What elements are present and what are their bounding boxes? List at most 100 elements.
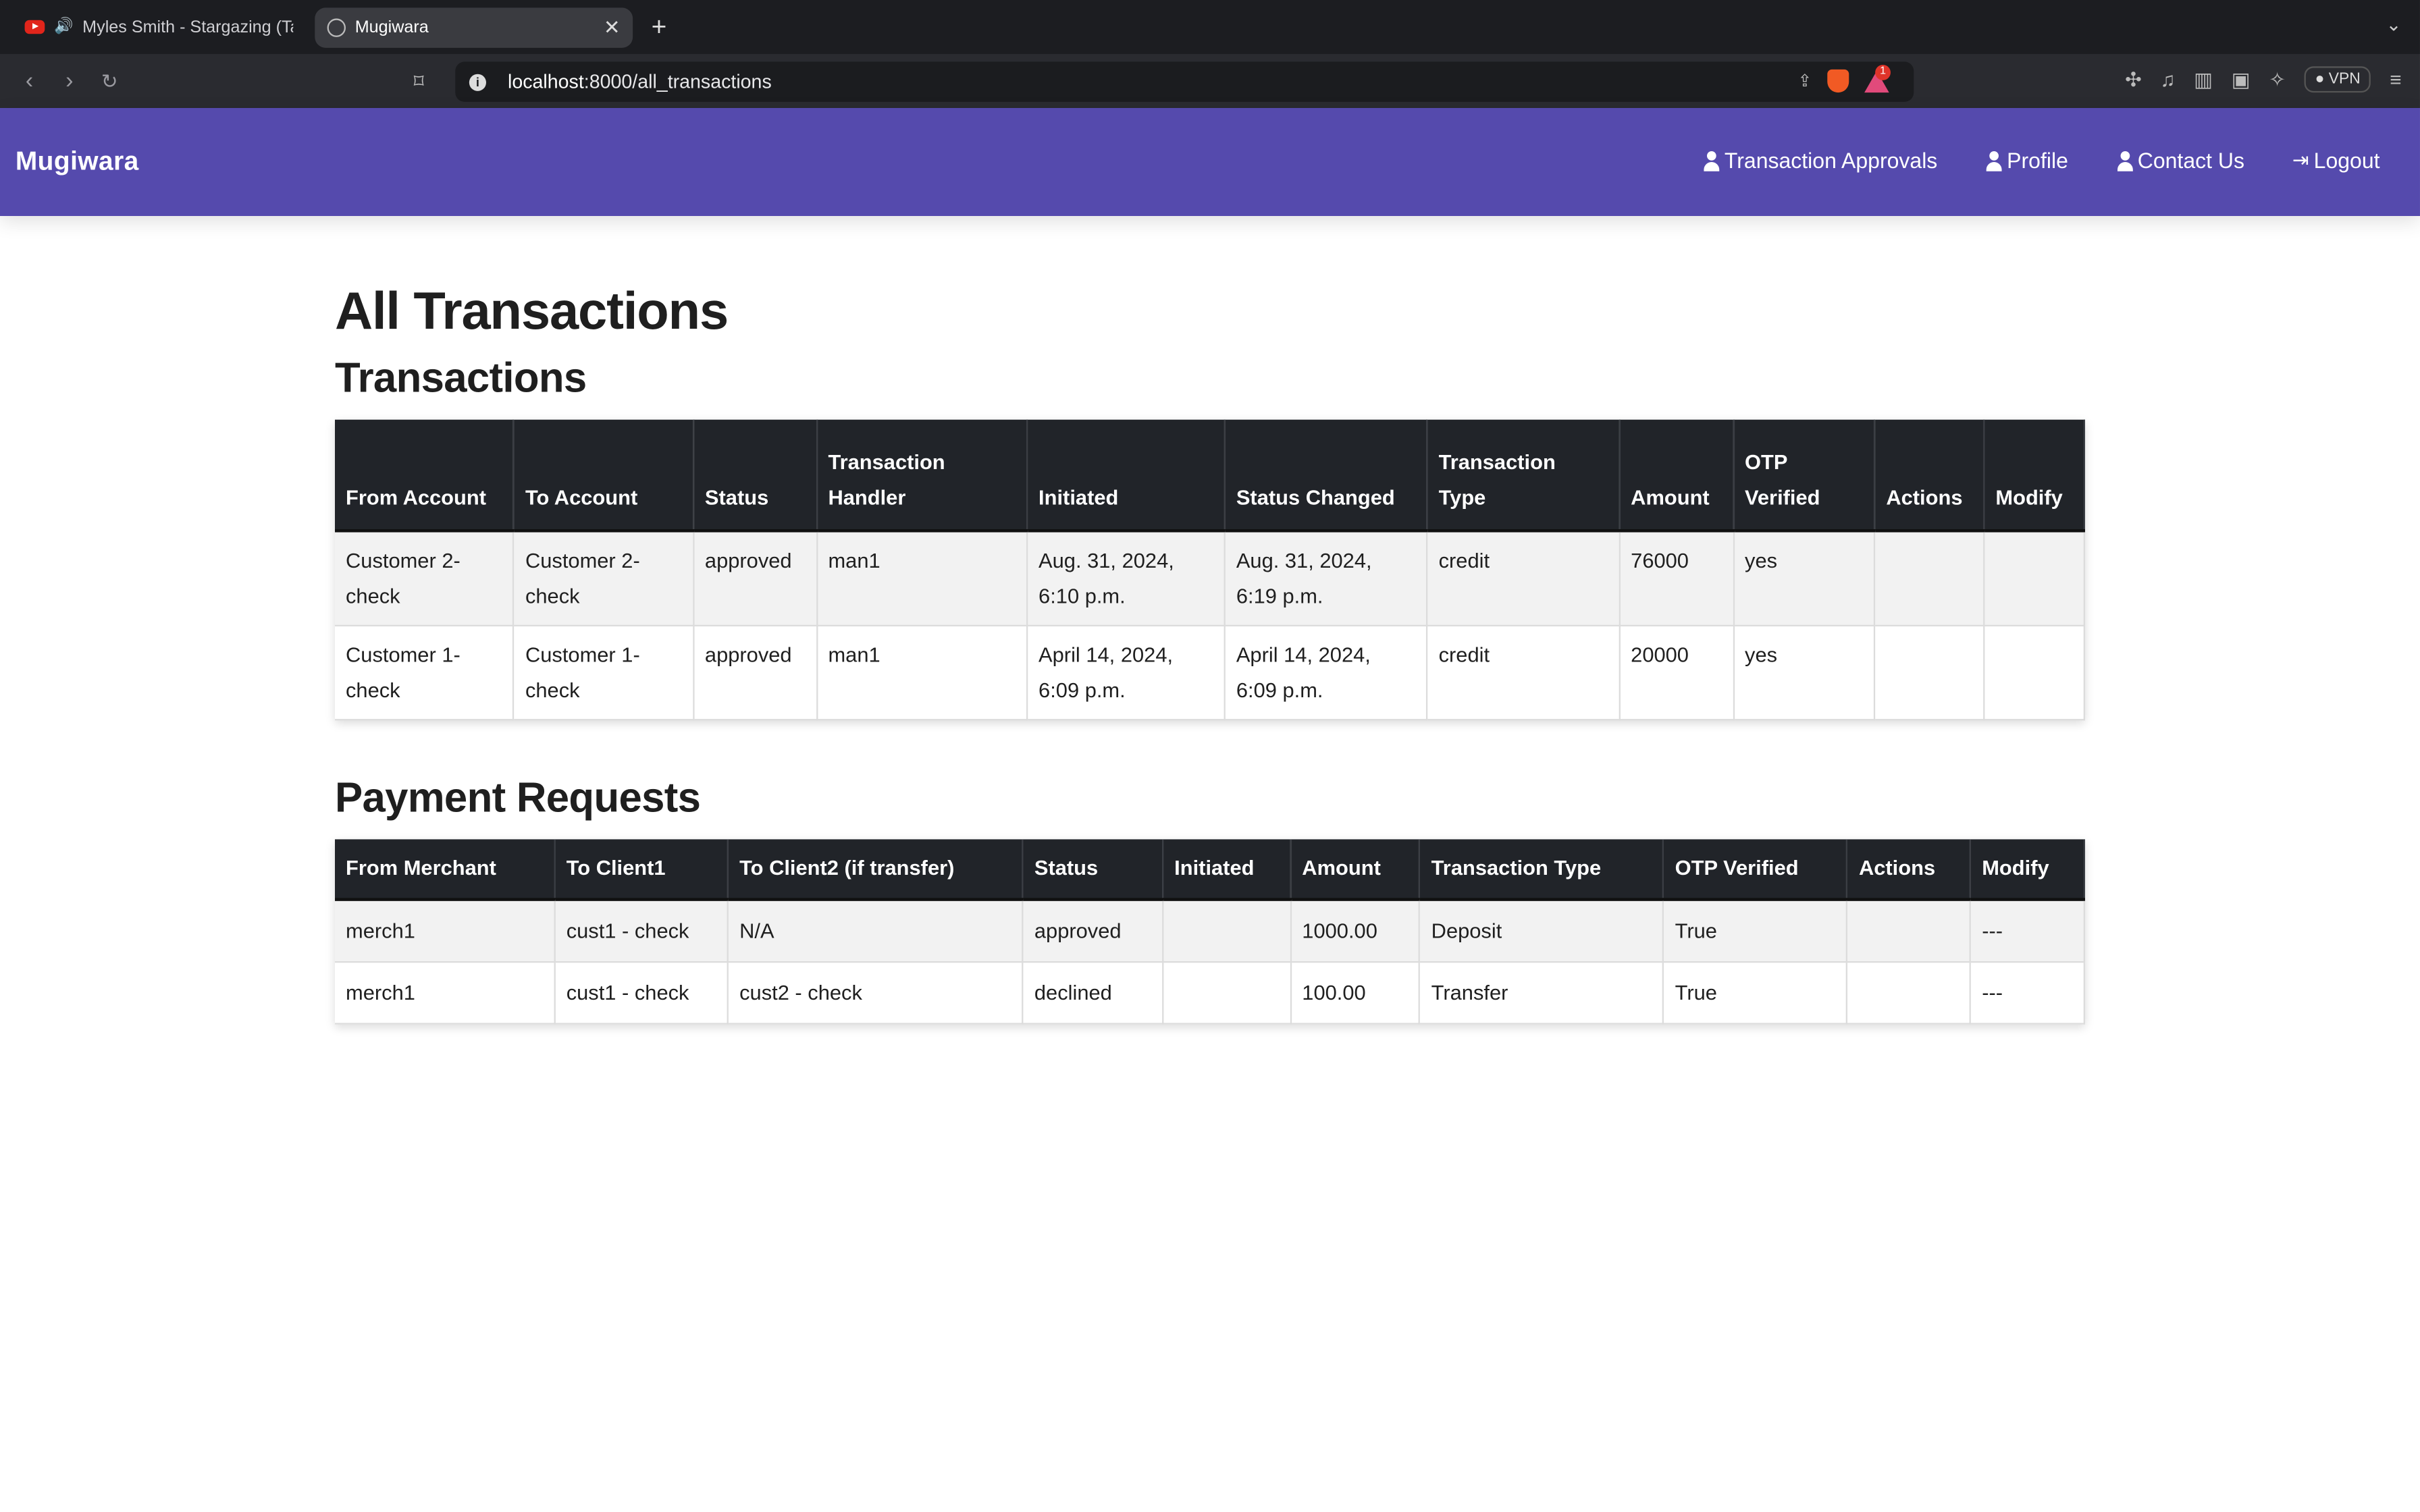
url-host: localhost [507,71,584,93]
music-icon[interactable]: ♫ [2160,68,2175,91]
cell-transaction-type: Deposit [1419,899,1664,963]
sidebar-icon[interactable]: ▥ [2194,67,2213,92]
vpn-button[interactable]: ● VPN [2304,66,2371,93]
col-from-merchant: From Merchant [334,839,556,901]
cell-handler: man1 [816,531,1028,626]
brave-shield-icon[interactable] [1827,69,1849,93]
vpn-label: VPN [2328,71,2361,88]
nav-transaction-approvals[interactable]: Transaction Approvals [1703,148,1937,173]
cell-status: declined [1022,962,1164,1025]
payment-requests-table: From Merchant To Client1 To Client2 (if … [334,839,2085,1025]
col-otp-verified: OTP Verified [1733,419,1876,533]
col-transaction-type: Transaction Type [1419,839,1664,901]
cell-to-account: Customer 1-check [513,625,694,721]
col-from-account: From Account [334,419,515,533]
col-modify: Modify [1970,839,2085,901]
nav-links: Transaction Approvals Profile Contact Us… [1703,148,2380,173]
close-tab-icon[interactable]: ✕ [604,15,621,40]
col-transaction-handler: Transaction Handler [816,419,1028,533]
cell-modify: --- [1970,899,2085,963]
url-path: :8000/all_transactions [583,71,772,93]
page-title: All Transactions [334,282,729,342]
col-to-client2: To Client2 (if transfer) [727,839,1024,901]
cell-amount: 100.00 [1290,962,1421,1025]
menu-icon[interactable]: ≡ [2390,68,2401,91]
new-tab-button[interactable]: + [652,11,667,43]
cell-otp-verified: yes [1733,625,1876,721]
col-amount: Amount [1619,419,1735,533]
address-bar[interactable]: i localhost:8000/all_transactions ⇪ 1 [455,61,1914,102]
cell-status: approved [693,531,818,626]
share-icon[interactable]: ⇪ [1797,71,1812,90]
nav-label: Profile [2007,148,2068,173]
speaker-icon[interactable]: 🔊 [54,18,73,35]
cell-actions [1874,531,1985,626]
nav-logout[interactable]: ⇥ Logout [2292,148,2380,173]
cell-to-account: Customer 2-check [513,531,694,626]
table-row: Customer 1-check Customer 1-check approv… [334,625,2085,721]
reload-button[interactable]: ↻ [90,69,130,94]
wallet-icon[interactable]: ▣ [2232,67,2251,92]
table-row: merch1 cust1 - check N/A approved 1000.0… [334,899,2085,963]
cell-actions [1847,962,1972,1025]
back-button[interactable]: ‹ [9,68,49,94]
table-header-row: From Merchant To Client1 To Client2 (if … [334,839,2085,901]
cell-transaction-type: credit [1427,625,1621,721]
cell-from-account: Customer 1-check [334,625,515,721]
cell-initiated: Aug. 31, 2024, 6:10 p.m. [1026,531,1226,626]
url-text[interactable]: localhost:8000/all_transactions [508,71,772,92]
nav-profile[interactable]: Profile [1985,148,2068,173]
cell-status: approved [1022,899,1164,963]
forward-button[interactable]: › [49,68,89,94]
nav-label: Contact Us [2137,148,2245,173]
user-icon [1703,150,1720,171]
youtube-icon [24,20,45,34]
bookmark-icon[interactable]: ⌑ [414,70,424,94]
cell-actions [1847,899,1972,963]
cell-from-account: Customer 2-check [334,531,515,626]
transactions-table: From Account To Account Status Transacti… [334,419,2085,721]
site-info-icon[interactable]: i [469,73,486,90]
cell-status-changed: Aug. 31, 2024, 6:19 p.m. [1224,531,1428,626]
cell-initiated [1163,962,1292,1025]
cell-from-merchant: merch1 [334,962,556,1025]
cell-amount: 20000 [1619,625,1735,721]
browser-tab-youtube[interactable]: 🔊 Myles Smith - Stargazing (Tak [12,7,305,47]
nav-contact-us[interactable]: Contact Us [2116,148,2244,173]
col-actions: Actions [1847,839,1972,901]
nav-label: Transaction Approvals [1724,148,1938,173]
leo-ai-icon[interactable]: ✧ [2269,67,2286,92]
col-to-client1: To Client1 [554,839,729,901]
col-transaction-type: Transaction Type [1427,419,1621,533]
col-actions: Actions [1874,419,1985,533]
table-row: Customer 2-check Customer 2-check approv… [334,531,2085,626]
cell-handler: man1 [816,625,1028,721]
cell-amount: 1000.00 [1290,899,1421,963]
cell-transaction-type: credit [1427,531,1621,626]
brave-rewards-icon[interactable]: 1 [1864,63,1891,92]
col-modify: Modify [1984,419,2085,533]
globe-icon [327,18,346,36]
notification-badge: 1 [1875,63,1891,80]
col-status: Status [1022,839,1164,901]
browser-tab-mugiwara[interactable]: Mugiwara ✕ [315,7,633,47]
cell-modify: --- [1970,962,2085,1025]
col-status-changed: Status Changed [1224,419,1428,533]
cell-status-changed: April 14, 2024, 6:09 p.m. [1224,625,1428,721]
screen: 🔊 Myles Smith - Stargazing (Tak Mugiwara… [0,0,2420,1512]
transactions-heading: Transactions [334,354,587,402]
chevron-down-icon[interactable]: ⌄ [2386,14,2402,36]
cell-initiated: April 14, 2024, 6:09 p.m. [1026,625,1226,721]
extensions-icon[interactable]: ✣ [2125,67,2142,92]
cell-to-client1: cust1 - check [554,962,729,1025]
col-to-account: To Account [513,419,694,533]
user-icon [1985,150,2002,171]
cell-otp-verified: yes [1733,531,1876,626]
col-otp-verified: OTP Verified [1663,839,1848,901]
brand-logo[interactable]: Mugiwara [16,146,139,178]
cell-modify [1984,625,2085,721]
browser-tab-bar: 🔊 Myles Smith - Stargazing (Tak Mugiwara… [0,0,2420,54]
main-content: All Transactions Transactions From Accou… [334,277,2085,1025]
tab-title: Myles Smith - Stargazing (Tak [82,18,294,36]
cell-to-client2: N/A [727,899,1024,963]
